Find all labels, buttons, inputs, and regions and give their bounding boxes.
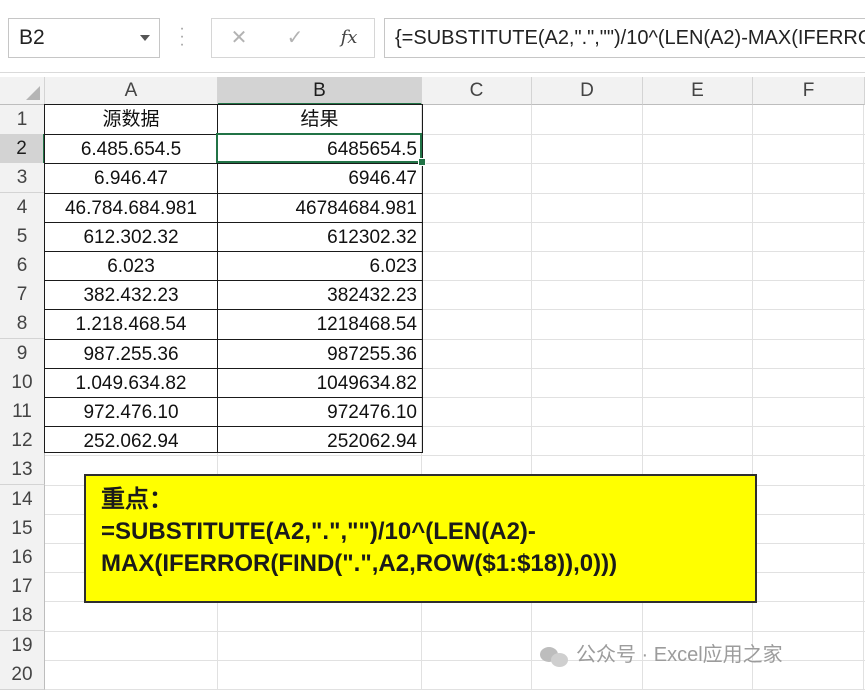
more-icon[interactable]: · · · (179, 21, 185, 53)
row-header-20[interactable]: 20 (0, 659, 45, 690)
column-header-f[interactable]: F (753, 77, 865, 105)
cell-b4[interactable]: 46784684.981 (218, 194, 421, 223)
row-header-10[interactable]: 10 (0, 367, 45, 398)
note-box: 重点： =SUBSTITUTE(A2,".","")/10^(LEN(A2)- … (84, 474, 757, 603)
cell-a8[interactable]: 1.218.468.54 (45, 310, 217, 339)
column-header-a[interactable]: A (45, 77, 218, 105)
watermark: 公众号 · Excel应用之家 (540, 640, 783, 670)
row-header-1[interactable]: 1 (0, 105, 45, 135)
row-header-12[interactable]: 12 (0, 426, 45, 457)
row-header-9[interactable]: 9 (0, 338, 45, 369)
column-header-e[interactable]: E (643, 77, 753, 105)
column-header-d[interactable]: D (532, 77, 643, 105)
row-header-14[interactable]: 14 (0, 484, 45, 515)
formula-buttons: ✕ ✓ fx (211, 18, 375, 58)
watermark-text: 公众号 · Excel应用之家 (576, 644, 783, 666)
chevron-down-icon[interactable] (140, 35, 150, 41)
cell-a2[interactable]: 6.485.654.5 (45, 135, 217, 164)
enter-icon[interactable]: ✓ (280, 23, 310, 53)
formula-bar: B2 · · · ✕ ✓ fx {=SUBSTITUTE(A2,".","")/10… (0, 0, 865, 73)
row-header-3[interactable]: 3 (0, 163, 45, 194)
cell-b8[interactable]: 1218468.54 (218, 310, 421, 339)
wechat-icon (540, 645, 570, 667)
column-header-b[interactable]: B (218, 77, 422, 105)
cell-a12[interactable]: 252.062.94 (45, 427, 217, 456)
note-line-2: MAX(IFERROR(FIND(".",A2,ROW($1:$18)),0))… (101, 550, 618, 577)
note-title: 重点： (101, 486, 173, 513)
row-header-15[interactable]: 15 (0, 513, 45, 544)
row-header-19[interactable]: 19 (0, 630, 45, 661)
column-header-c[interactable]: C (422, 77, 532, 105)
row-header-8[interactable]: 8 (0, 309, 45, 340)
gridline (45, 631, 865, 632)
cell-a5[interactable]: 612.302.32 (45, 223, 217, 252)
cell-b5[interactable]: 612302.32 (218, 223, 421, 252)
row-header-7[interactable]: 7 (0, 280, 45, 311)
row-header-16[interactable]: 16 (0, 543, 45, 573)
cell-a6[interactable]: 6.023 (45, 252, 217, 281)
row-header-13[interactable]: 13 (0, 455, 45, 486)
cell-a4[interactable]: 46.784.684.981 (45, 194, 217, 223)
row-header-4[interactable]: 4 (0, 192, 45, 223)
divider (0, 72, 865, 73)
cell-b7[interactable]: 382432.23 (218, 281, 421, 310)
cell-b9[interactable]: 987255.36 (218, 340, 421, 369)
cell-b3[interactable]: 6946.47 (218, 164, 421, 193)
row-header-6[interactable]: 6 (0, 251, 45, 281)
note-line-1: =SUBSTITUTE(A2,".","")/10^(LEN(A2)- (101, 518, 536, 545)
header-source-data[interactable]: 源数据 (45, 105, 217, 134)
cell-b6[interactable]: 6.023 (218, 252, 421, 281)
cell-b12[interactable]: 252062.94 (218, 427, 421, 456)
fill-handle[interactable] (418, 158, 426, 166)
header-result[interactable]: 结果 (218, 105, 421, 134)
select-all-corner[interactable] (0, 77, 45, 105)
row-header-5[interactable]: 5 (0, 221, 45, 252)
cell-a9[interactable]: 987.255.36 (45, 340, 217, 369)
name-box-value: B2 (19, 26, 45, 49)
row-header-17[interactable]: 17 (0, 572, 45, 603)
cell-b10[interactable]: 1049634.82 (218, 369, 421, 398)
row-header-2[interactable]: 2 (0, 134, 45, 165)
cell-a7[interactable]: 382.432.23 (45, 281, 217, 310)
row-header-18[interactable]: 18 (0, 601, 45, 632)
name-box[interactable]: B2 (8, 18, 160, 58)
cell-b11[interactable]: 972476.10 (218, 398, 421, 427)
cell-a3[interactable]: 6.946.47 (45, 164, 217, 193)
cancel-icon[interactable]: ✕ (224, 23, 254, 53)
row-header-11[interactable]: 11 (0, 397, 45, 427)
formula-input[interactable]: {=SUBSTITUTE(A2,".","")/10^(LEN(A2)-MAX(… (384, 18, 865, 58)
cell-a10[interactable]: 1.049.634.82 (45, 369, 217, 398)
selected-cell-b2[interactable] (216, 133, 422, 163)
cell-a11[interactable]: 972.476.10 (45, 398, 217, 427)
insert-function-icon[interactable]: fx (334, 23, 364, 53)
